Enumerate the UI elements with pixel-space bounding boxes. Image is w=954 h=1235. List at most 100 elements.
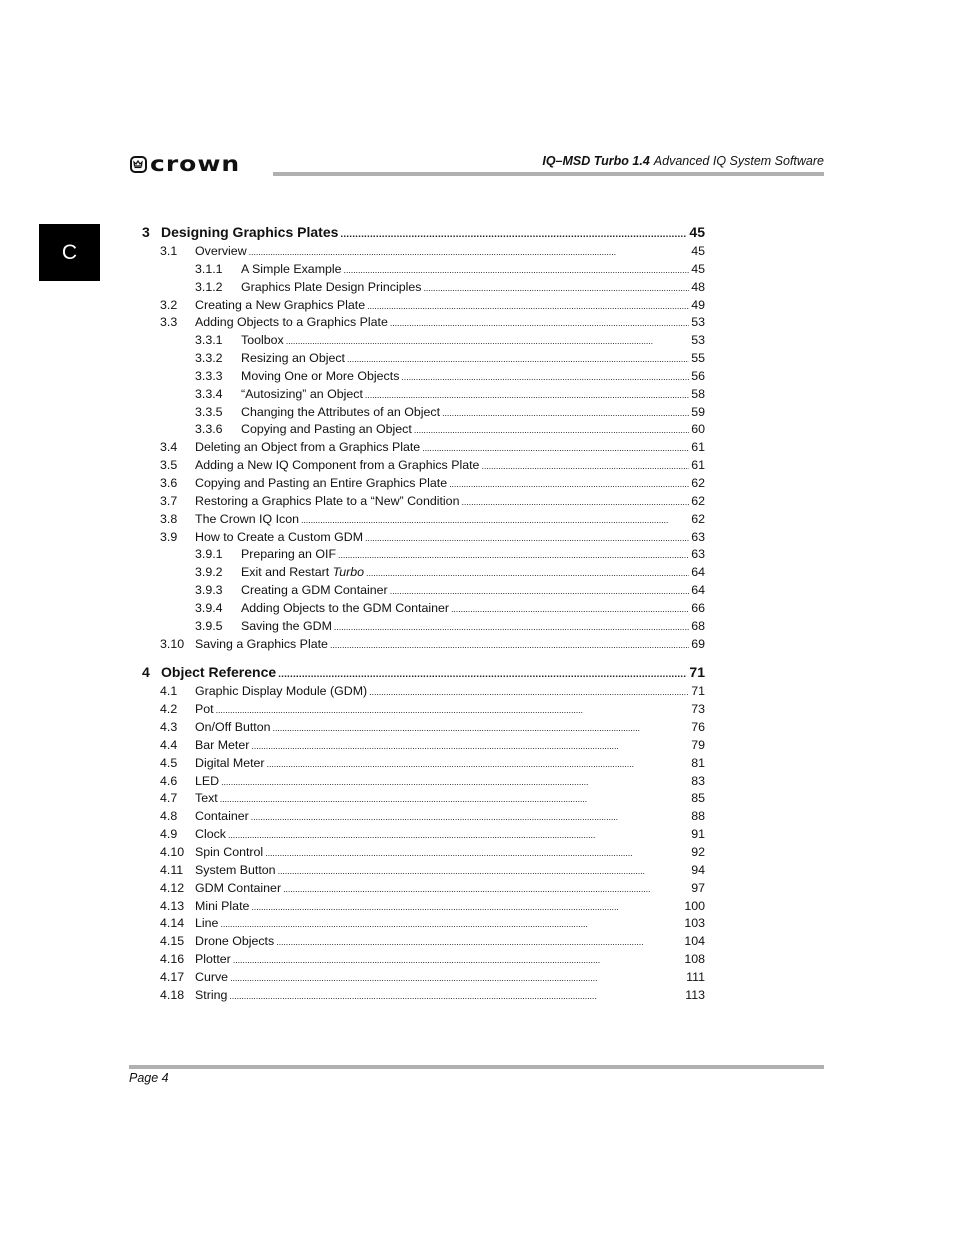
toc-section-entry[interactable]: 3.6 Copying and Pasting an Entire Graphic…	[142, 475, 705, 493]
entry-page-number: 73	[691, 702, 705, 717]
chapter-title: Object Reference	[161, 664, 277, 681]
entry-number: 3.8	[160, 511, 178, 526]
dot-leader	[273, 720, 690, 738]
entry-title-text: Saving the GDM	[241, 618, 332, 633]
entry-title-text: Saving a Graphics Plate	[195, 636, 328, 651]
toc-subsection-entry[interactable]: 3.9.3 Creating a GDM Container 64	[142, 582, 705, 600]
toc-section-entry[interactable]: 3.1 Overview 45	[142, 243, 705, 261]
entry-title: Container	[195, 808, 251, 826]
entry-number: 4.6	[160, 773, 178, 788]
toc-section-entry[interactable]: 4.3 On/Off Button 76	[142, 719, 705, 737]
entry-title: Pot	[195, 701, 216, 719]
entry-title-text: Drone Objects	[195, 934, 275, 949]
entry-number: 3.9.3	[195, 583, 223, 598]
chapter-page-number: 71	[689, 664, 705, 681]
entry-title: Copying and Pasting an Object	[241, 421, 414, 439]
toc-chapter-entry[interactable]: 3 Designing Graphics Plates 45	[142, 222, 705, 242]
toc-subsection-entry[interactable]: 3.3.6 Copying and Pasting an Object 60	[142, 421, 705, 439]
entry-page-number: 83	[691, 773, 705, 788]
entry-title: Toolbox	[241, 332, 286, 350]
dot-leader	[366, 565, 689, 583]
toc-section-entry[interactable]: 4.15 Drone Objects 104	[142, 933, 705, 951]
toc-section-entry[interactable]: 4.17 Curve 111	[142, 969, 705, 987]
toc-section-entry[interactable]: 4.5 Digital Meter 81	[142, 755, 705, 773]
toc-section-entry[interactable]: 3.2 Creating a New Graphics Plate 49	[142, 297, 705, 315]
chapter-title: Designing Graphics Plates	[161, 224, 339, 240]
entry-title: Changing the Attributes of an Object	[241, 404, 442, 422]
entry-title-text: Clock	[195, 827, 226, 842]
entry-title-text: Overview	[195, 244, 247, 258]
toc-section-entry[interactable]: 4.2 Pot 73	[142, 701, 705, 719]
entry-title: Adding Objects to a Graphics Plate	[195, 314, 390, 332]
entry-page-number: 63	[691, 529, 705, 544]
entry-page-number: 92	[691, 845, 705, 859]
toc-section-entry[interactable]: 4.7 Text 85	[142, 790, 705, 808]
entry-title: Plotter	[195, 951, 233, 969]
entry-title: Copying and Pasting an Entire Graphics P…	[195, 475, 449, 493]
dot-leader	[422, 440, 689, 458]
toc-section-entry[interactable]: 4.12 GDM Container 97	[142, 880, 705, 898]
toc-subsection-entry[interactable]: 3.9.1 Preparing an OIF 63	[142, 546, 705, 564]
entry-title-text: Graphic Display Module (GDM)	[195, 684, 368, 699]
toc-section-entry[interactable]: 3.3 Adding Objects to a Graphics Plate 53	[142, 314, 705, 332]
toc-section-entry[interactable]: 4.8 Container 88	[142, 808, 705, 826]
toc-chapter-entry[interactable]: 4 Object Reference 71	[142, 662, 705, 682]
entry-title-text: Mini Plate	[195, 898, 250, 913]
dot-leader	[334, 619, 689, 637]
toc-section-entry[interactable]: 4.13 Mini Plate 100	[142, 898, 705, 916]
entry-title: System Button	[195, 862, 278, 880]
entry-page-number: 88	[691, 809, 705, 824]
toc-section-entry[interactable]: 3.9 How to Create a Custom GDM 63	[142, 529, 705, 547]
entry-title-text: Adding Objects to a Graphics Plate	[195, 315, 388, 330]
entry-number: 4.10	[160, 845, 185, 859]
entry-title-text: A Simple Example	[241, 261, 342, 276]
entry-number: 4.18	[160, 987, 185, 1002]
entry-page-number: 91	[691, 827, 705, 842]
toc-section-entry[interactable]: 4.6 LED 83	[142, 773, 705, 791]
toc-section-entry[interactable]: 4.9 Clock 91	[142, 826, 705, 844]
chapter-number: 3	[142, 224, 150, 240]
toc-section-entry[interactable]: 3.5 Adding a New IQ Component from a Grap…	[142, 457, 705, 475]
toc-subsection-entry[interactable]: 3.1.1 A Simple Example 45	[142, 261, 705, 279]
entry-number: 3.2	[160, 297, 178, 312]
entry-number: 4.15	[160, 934, 185, 949]
entry-title-text: Deleting an Object from a Graphics Plate	[195, 440, 421, 455]
dot-leader	[451, 601, 689, 619]
page-header: crown IQ–MSD Turbo 1.4 Advanced IQ System…	[130, 150, 824, 180]
toc-section-entry[interactable]: 3.8 The Crown IQ Icon 62	[142, 511, 705, 529]
entry-page-number: 45	[691, 261, 705, 276]
entry-page-number: 61	[691, 440, 705, 455]
toc-subsection-entry[interactable]: 3.3.2 Resizing an Object 55	[142, 350, 705, 368]
toc-subsection-entry[interactable]: 3.3.3 Moving One or More Objects 56	[142, 368, 705, 386]
toc-section-entry[interactable]: 4.1 Graphic Display Module (GDM) 71	[142, 683, 705, 701]
toc-section-entry[interactable]: 4.18 String 113	[142, 987, 705, 1005]
chapter-number: 4	[142, 664, 150, 681]
toc-section-entry[interactable]: 3.10 Saving a Graphics Plate 69	[142, 636, 705, 654]
entry-page-number: 113	[685, 987, 705, 1002]
dot-leader	[301, 512, 689, 530]
table-of-contents: 3 Designing Graphics Plates 45 3.1 Overview 4…	[142, 222, 705, 1005]
toc-subsection-entry[interactable]: 3.3.4 “Autosizing” an Object 58	[142, 386, 705, 404]
entry-title: Resizing an Object	[241, 350, 347, 368]
toc-subsection-entry[interactable]: 3.9.2 Exit and Restart Turbo 64	[142, 564, 705, 582]
toc-section-entry[interactable]: 4.4 Bar Meter 79	[142, 737, 705, 755]
toc-subsection-entry[interactable]: 3.9.5 Saving the GDM 68	[142, 618, 705, 636]
entry-number: 3.1	[160, 244, 178, 258]
toc-section-entry[interactable]: 3.4 Deleting an Object from a Graphics Pl…	[142, 439, 705, 457]
toc-section-entry[interactable]: 4.11 System Button 94	[142, 862, 705, 880]
toc-section-entry[interactable]: 4.14 Line 103	[142, 915, 705, 933]
toc-section-entry[interactable]: 3.7 Restoring a Graphics Plate to a “New”…	[142, 493, 705, 511]
dot-leader	[286, 333, 689, 351]
toc-subsection-entry[interactable]: 3.3.5 Changing the Attributes of an Objec…	[142, 404, 705, 422]
dot-leader	[340, 225, 687, 245]
toc-subsection-entry[interactable]: 3.3.1 Toolbox 53	[142, 332, 705, 350]
entry-page-number: 53	[691, 315, 705, 330]
entry-title-text: Creating a New Graphics Plate	[195, 297, 366, 312]
dot-leader	[338, 547, 689, 565]
toc-subsection-entry[interactable]: 3.9.4 Adding Objects to the GDM Container…	[142, 600, 705, 618]
toc-section-entry[interactable]: 4.10 Spin Control 92	[142, 844, 705, 862]
entry-title-text: Text	[195, 791, 218, 806]
entry-title-text: “Autosizing” an Object	[241, 386, 363, 401]
toc-subsection-entry[interactable]: 3.1.2 Graphics Plate Design Principles 48	[142, 279, 705, 297]
toc-section-entry[interactable]: 4.16 Plotter 108	[142, 951, 705, 969]
